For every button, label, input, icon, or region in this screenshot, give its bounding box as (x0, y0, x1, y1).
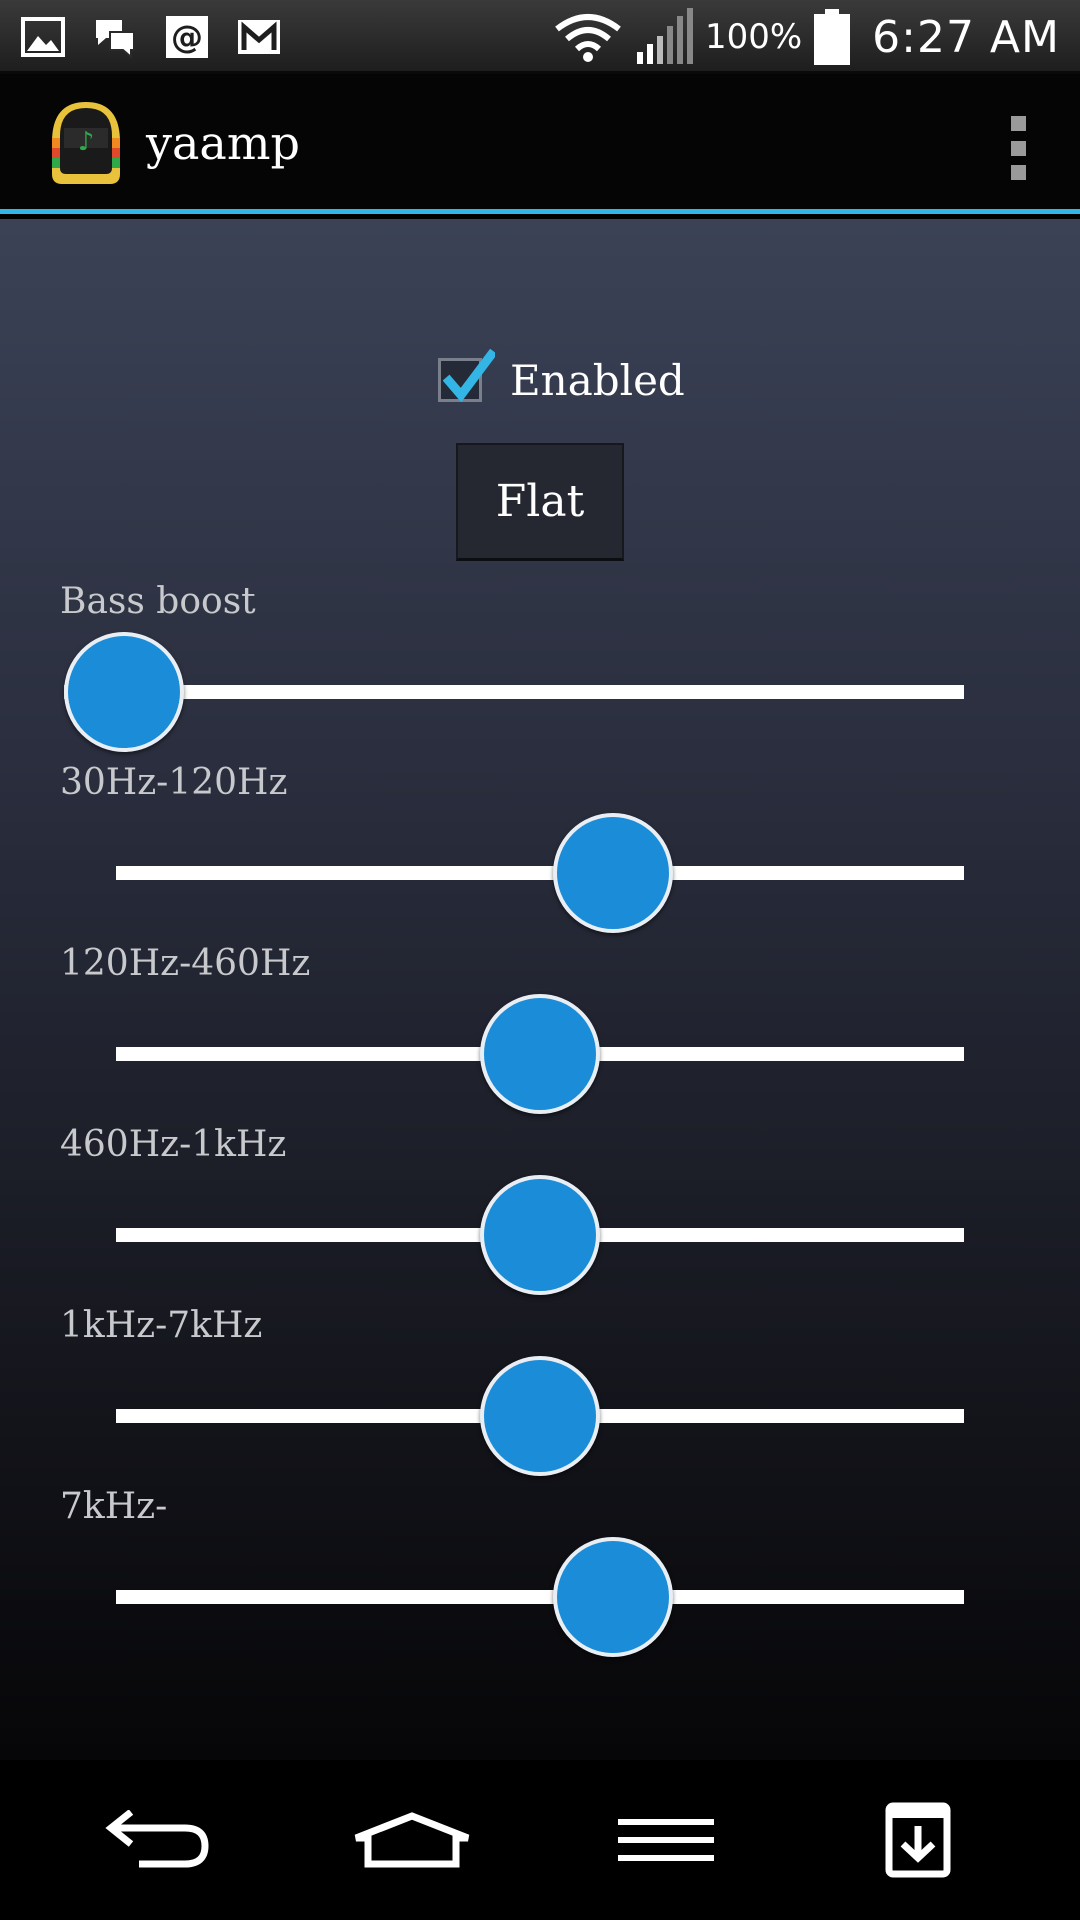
signal-icon (636, 8, 693, 64)
messaging-icon (96, 20, 135, 60)
band-slider-7khz[interactable] (116, 1537, 964, 1657)
overflow-dot (1010, 165, 1026, 180)
enabled-label: Enabled (510, 355, 685, 405)
slider-thumb[interactable] (552, 1537, 673, 1657)
band-label: 7kHz- (60, 1486, 168, 1527)
slider-thumb[interactable] (552, 813, 673, 933)
battery-percent: 100% (704, 17, 803, 57)
download-icon (885, 1802, 951, 1878)
home-icon (354, 1812, 470, 1868)
band-slider-30hz-120hz[interactable] (116, 813, 964, 933)
daft-punk-helmet-icon[interactable]: ♪ (46, 98, 126, 188)
app-title: yaamp (146, 116, 300, 170)
home-button[interactable] (312, 1760, 512, 1920)
svg-text:♪: ♪ (78, 127, 95, 157)
band-slider-120hz-460hz[interactable] (116, 994, 964, 1114)
band-label: 1kHz-7kHz (60, 1305, 263, 1346)
menu-button[interactable] (566, 1760, 766, 1920)
gallery-icon (21, 17, 65, 57)
slider-thumb[interactable] (64, 632, 184, 752)
download-button[interactable] (818, 1760, 1018, 1920)
battery-icon (814, 9, 851, 65)
checkmark-icon (443, 348, 495, 403)
menu-icon (618, 1819, 714, 1861)
gmail-icon (238, 20, 280, 54)
slider-thumb[interactable] (480, 1356, 600, 1476)
back-button[interactable] (60, 1760, 260, 1920)
overflow-menu-icon[interactable] (1008, 116, 1028, 180)
clock: 6:27 AM (872, 11, 1060, 63)
status-bar-right: 100% 6:27 AM (553, 0, 1060, 74)
phone-screen: @ 100% 6:27 AM ♪ yaamp Enabled Flat Bass… (0, 0, 1080, 1920)
bass-boost-slider[interactable] (64, 632, 964, 752)
overflow-dot (1010, 116, 1026, 131)
band-label: 460Hz-1kHz (60, 1124, 287, 1165)
back-icon (105, 1810, 209, 1868)
slider-track (116, 866, 964, 880)
enabled-toggle[interactable]: Enabled (438, 348, 685, 405)
band-label: 30Hz-120Hz (60, 762, 288, 803)
svg-text:@: @ (171, 18, 203, 56)
band-slider-460hz-1khz[interactable] (116, 1175, 964, 1295)
band-label: 120Hz-460Hz (60, 943, 311, 984)
slider-thumb[interactable] (480, 1175, 600, 1295)
action-bar: ♪ yaamp (0, 74, 1080, 214)
bass-boost-label: Bass boost (60, 581, 256, 622)
wifi-icon (555, 14, 621, 62)
equalizer-panel: Enabled Flat Bass boost 30Hz-120Hz 120Hz… (0, 219, 1080, 1760)
slider-thumb[interactable] (480, 994, 600, 1114)
slider-track (116, 1590, 964, 1604)
band-slider-1khz-7khz[interactable] (116, 1356, 964, 1476)
navigation-bar (0, 1760, 1080, 1920)
overflow-dot (1010, 140, 1026, 156)
preset-button[interactable]: Flat (456, 443, 624, 561)
status-bar: @ 100% 6:27 AM (0, 0, 1080, 74)
enabled-checkbox[interactable] (438, 348, 495, 403)
email-icon: @ (166, 16, 208, 58)
slider-track (64, 685, 964, 699)
